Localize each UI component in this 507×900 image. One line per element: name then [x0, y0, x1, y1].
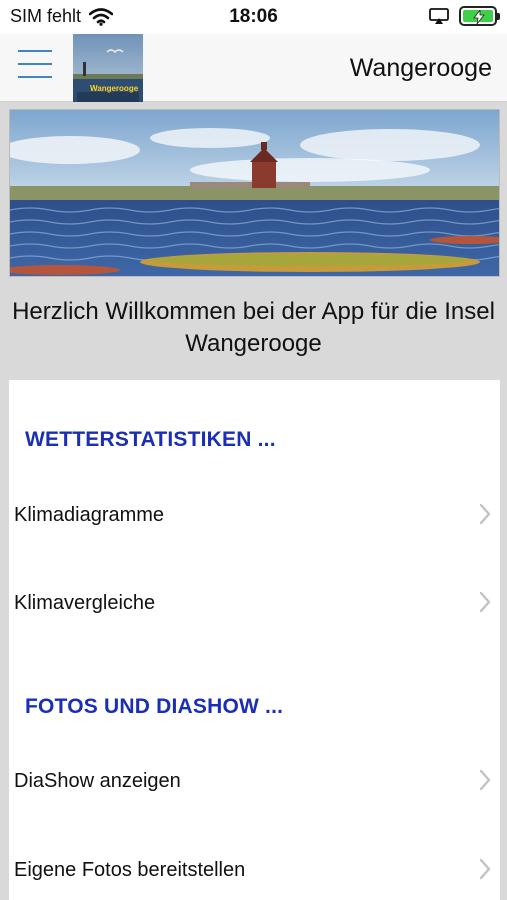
airplay-icon: [429, 7, 449, 24]
list-item-eigene-fotos[interactable]: Eigene Fotos bereitstellen: [9, 839, 500, 899]
chevron-right-icon: [479, 591, 491, 613]
list-item-label: DiaShow anzeigen: [14, 770, 181, 792]
status-right: [429, 6, 500, 26]
content-list: WETTERSTATISTIKEN ... Klimadiagramme Kli…: [9, 380, 500, 900]
logo-caption: Wangerooge: [90, 84, 139, 93]
section-header-weather: WETTERSTATISTIKEN ...: [25, 428, 276, 451]
section-header-photos: FOTOS UND DIASHOW ...: [25, 695, 284, 718]
list-item-klimavergleiche[interactable]: Klimavergleiche: [9, 572, 500, 632]
list-item-diashow[interactable]: DiaShow anzeigen: [9, 750, 500, 810]
island-banner-image: [9, 109, 500, 277]
page-title: Wangerooge: [349, 54, 492, 82]
chevron-right-icon: [479, 769, 491, 791]
list-item-label: Klimadiagramme: [14, 504, 165, 526]
welcome-message: Herzlich Willkommen bei der App für die …: [12, 298, 495, 357]
navigation-bar: Wangerooge Wangerooge: [0, 34, 507, 102]
chevron-right-icon: [479, 858, 491, 880]
list-item-label: Klimavergleiche: [14, 592, 156, 614]
list-item-label: Eigene Fotos bereitstellen: [14, 859, 246, 881]
hamburger-menu-icon[interactable]: [18, 50, 52, 84]
chevron-right-icon: [479, 503, 491, 525]
battery-icon: [459, 6, 500, 26]
status-bar: SIM fehlt 18:06: [0, 0, 507, 34]
app-logo: Wangerooge: [73, 34, 143, 102]
list-item-klimadiagramme[interactable]: Klimadiagramme: [9, 484, 500, 544]
